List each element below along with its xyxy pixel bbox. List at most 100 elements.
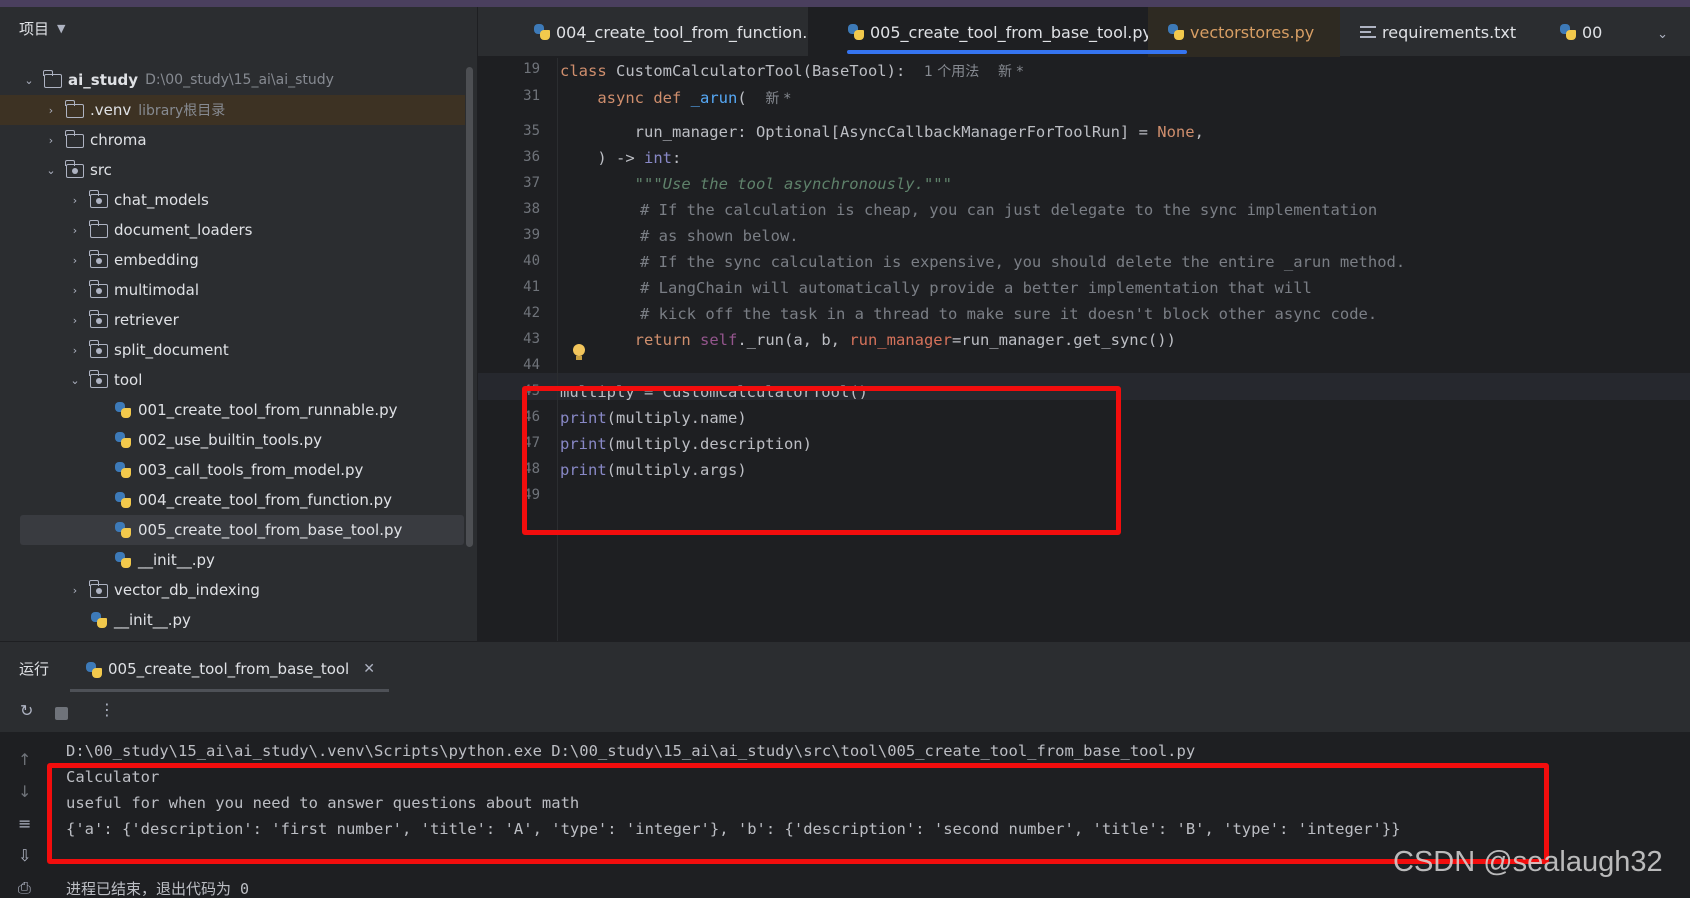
python-file-icon [114,492,134,508]
package-folder-icon [89,580,110,598]
arrow-up-icon[interactable]: ↑ [18,750,31,769]
more-options-icon[interactable]: ⋮ [99,700,115,719]
close-icon[interactable]: ✕ [363,661,375,677]
tree-item-label: 003_call_tools_from_model.py [138,461,364,479]
line-number: 36 [523,149,540,165]
code-line: """Use the tool asynchronously.""" [560,175,952,193]
package-folder-icon [89,340,110,358]
tree-item-label: chat_models [114,191,209,209]
code-comment: # If the sync calculation is expensive, … [640,253,1406,271]
folder-icon [65,100,86,118]
tree-item-file[interactable]: __init__.py [0,545,465,575]
line-number: 44 [523,357,540,373]
code-line: class CustomCalculatorTool(BaseTool): 1 … [560,62,1024,80]
tree-item-file-selected[interactable]: 005_create_tool_from_base_tool.py [20,515,464,545]
python-file-icon [114,402,134,418]
tree-item-ai-study[interactable]: ⌄ ai_study D:\00_study\15_ai\ai_study [0,65,465,95]
tree-item-chroma[interactable]: › chroma [0,125,465,155]
chevron-down-icon: ⌄ [24,73,34,87]
scroll-to-end-icon[interactable]: ⇩ [18,846,31,865]
folder-icon [65,130,86,148]
python-file-icon [90,612,110,628]
line-number: 40 [523,253,540,269]
tab-label: 004_create_tool_from_function.py [556,22,827,42]
code-line: return self._run(a, b, run_manager=run_m… [634,331,1176,349]
folder-icon [89,220,110,238]
tab-label: vectorstores.py [1190,22,1315,42]
code-editor[interactable]: 19 31 35 36 37 38 39 40 41 42 43 44 45 4… [478,58,1690,641]
chevron-right-icon: › [72,223,78,237]
tree-item-embedding[interactable]: › embedding [0,245,465,275]
line-number: 42 [523,305,540,321]
tree-item-file[interactable]: __init__.py [0,605,465,635]
tree-item-file[interactable]: 004_create_tool_from_function.py [0,485,465,515]
tree-item-label: chroma [90,131,147,149]
tree-item-label: ai_study [68,71,139,89]
line-number: 39 [523,227,540,243]
chevron-down-icon: ▼ [57,21,66,35]
chevron-right-icon: › [72,583,78,597]
line-number: 43 [523,331,540,347]
stop-icon[interactable] [55,707,68,720]
tree-item-src[interactable]: ⌄ src [0,155,465,185]
tree-item-file[interactable]: 002_use_builtin_tools.py [0,425,465,455]
tab-truncated[interactable]: 00 [1540,7,1620,57]
tree-item-file[interactable]: 003_call_tools_from_model.py [0,455,465,485]
tree-item-label: split_document [114,341,229,359]
tree-item-split-document[interactable]: › split_document [0,335,465,365]
gutter-divider [557,58,558,641]
tab-label: 00 [1582,22,1603,42]
line-number: 19 [523,61,540,77]
project-scrollbar[interactable] [466,67,473,547]
tree-item-retriever[interactable]: › retriever [0,305,465,335]
tree-item-tool[interactable]: ⌄ tool [0,365,465,395]
chevron-down-icon[interactable]: ⌄ [1657,27,1668,42]
tab-requirements[interactable]: requirements.txt [1340,7,1540,57]
console-command: D:\00_study\15_ai\ai_study\.venv\Scripts… [66,742,1196,760]
tree-item-venv[interactable]: › .venv library根目录 [0,95,465,125]
tree-item-label: 004_create_tool_from_function.py [138,491,392,509]
python-file-icon [848,24,864,40]
tab-004[interactable]: 004_create_tool_from_function.py [478,7,827,57]
soft-wrap-icon[interactable]: ≡ [18,814,31,833]
chevron-right-icon: › [72,193,78,207]
lightbulb-icon[interactable] [572,344,586,362]
python-file-icon [1560,24,1576,40]
docstring: """Use the tool asynchronously.""" [634,175,952,193]
tree-item-hint: D:\00_study\15_ai\ai_study [145,72,334,88]
rerun-icon[interactable]: ↻ [20,701,33,720]
active-tab-indicator [847,50,1187,54]
tree-item-label: tool [114,371,143,389]
inlay-new-hint: 新 * [765,91,791,107]
package-folder-icon [89,370,110,388]
inlay-usage-hint: 1 个用法 [923,64,980,80]
project-panel-title: 项目 [19,19,50,38]
tree-item-label: .venv [90,101,132,119]
tree-item-document-loaders[interactable]: › document_loaders [0,215,465,245]
tree-item-file[interactable]: 001_create_tool_from_runnable.py [0,395,465,425]
code-comment: # as shown below. [640,227,799,245]
tree-item-vector-db-indexing[interactable]: › vector_db_indexing [0,575,465,605]
project-panel-header[interactable]: 项目 ▼ [0,7,477,49]
python-file-icon [1168,24,1184,40]
highlight-box-code [522,386,1121,535]
chevron-right-icon: › [48,133,54,147]
arrow-down-icon[interactable]: ↓ [18,782,31,801]
tree-item-multimodal[interactable]: › multimodal [0,275,465,305]
tab-label: requirements.txt [1382,22,1517,42]
folder-icon [43,70,64,88]
chevron-right-icon: › [72,253,78,267]
tree-item-chat-models[interactable]: › chat_models [0,185,465,215]
package-folder-icon [89,190,110,208]
print-icon[interactable]: ⎙ [18,878,31,898]
line-number: 37 [523,175,540,191]
chevron-down-icon: ⌄ [46,163,56,177]
python-file-icon [534,24,550,40]
run-tab[interactable]: 005_create_tool_from_base_tool ✕ [70,649,389,692]
tree-item-hint: library根目录 [138,103,226,119]
tree-item-label: src [90,161,112,179]
tree-item-label: __init__.py [114,611,191,629]
highlight-box-output [47,763,1549,864]
package-folder-icon [89,280,110,298]
project-panel: 项目 ▼ ⌄ ai_study D:\00_study\15_ai\ai_stu… [0,7,478,641]
